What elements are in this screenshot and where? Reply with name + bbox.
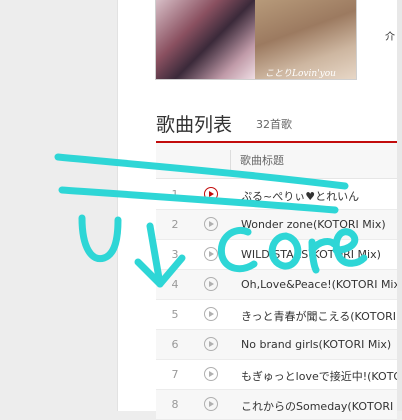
table-row[interactable]: 8 これからのSomeday(KOTORI Mix) — [156, 390, 397, 420]
song-count: 32首歌 — [256, 118, 292, 131]
song-title[interactable]: No brand girls(KOTORI Mix) — [241, 338, 397, 351]
table-row[interactable]: 6 No brand girls(KOTORI Mix) — [156, 330, 397, 360]
column-divider — [230, 150, 231, 170]
row-number: 1 — [171, 188, 179, 201]
page-gutter — [0, 0, 117, 411]
song-title[interactable]: もぎゅっとloveで接近中!(KOTORI Mix) — [241, 368, 397, 384]
table-row[interactable]: 2 Wonder zone(KOTORI Mix) — [156, 210, 397, 240]
play-circle-icon[interactable] — [204, 397, 218, 411]
section-title: 歌曲列表 — [156, 114, 233, 136]
play-circle-icon[interactable] — [204, 307, 218, 321]
row-number: 8 — [171, 398, 179, 411]
row-number: 7 — [171, 368, 179, 381]
play-circle-icon[interactable] — [204, 247, 218, 261]
play-circle-icon[interactable] — [204, 277, 218, 291]
song-title[interactable]: Oh,Love&Peace!(KOTORI Mix) — [241, 278, 397, 291]
song-title[interactable]: これからのSomeday(KOTORI Mix) — [241, 398, 397, 414]
row-number: 6 — [171, 338, 179, 351]
table-row[interactable]: 5 きっと青春が聞こえる(KOTORI Mix) — [156, 300, 397, 330]
table-row[interactable]: 4 Oh,Love&Peace!(KOTORI Mix) — [156, 270, 397, 300]
window-edge — [397, 0, 402, 411]
song-list: 1 ぷる~ぺりぃ♥とれいん 2 Wonder zone(KOTORI Mix) … — [156, 180, 397, 420]
play-circle-icon[interactable] — [204, 367, 218, 381]
table-row[interactable]: 7 もぎゅっとloveで接近中!(KOTORI Mix) — [156, 360, 397, 390]
song-title[interactable]: きっと青春が聞こえる(KOTORI Mix) — [241, 308, 397, 324]
table-row[interactable]: 3 WILD STARS(KOTORI Mix) — [156, 240, 397, 270]
row-number: 4 — [171, 278, 179, 291]
play-circle-icon[interactable] — [204, 217, 218, 231]
row-number: 3 — [171, 248, 179, 261]
table-row[interactable]: 1 ぷる~ぺりぃ♥とれいん — [156, 180, 397, 210]
song-title[interactable]: ぷる~ぺりぃ♥とれいん — [241, 188, 397, 204]
row-number: 5 — [171, 308, 179, 321]
row-number: 2 — [171, 218, 179, 231]
side-intro-label: 介 — [385, 32, 395, 43]
song-title[interactable]: WILD STARS(KOTORI Mix) — [241, 248, 397, 261]
cover-caption: ことりLovin'you — [265, 69, 336, 79]
play-circle-icon[interactable] — [204, 187, 218, 201]
play-circle-icon[interactable] — [204, 337, 218, 351]
song-title[interactable]: Wonder zone(KOTORI Mix) — [241, 218, 397, 231]
column-header-title: 歌曲标题 — [240, 154, 284, 167]
